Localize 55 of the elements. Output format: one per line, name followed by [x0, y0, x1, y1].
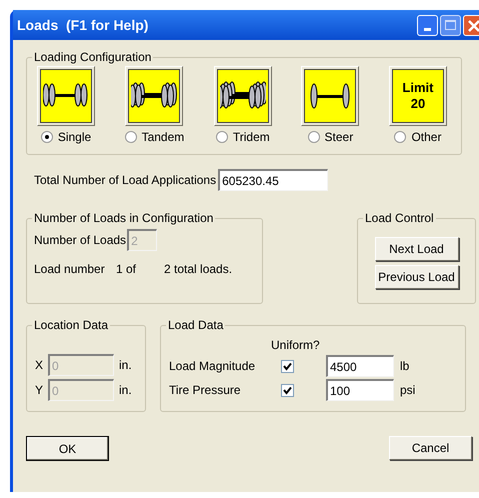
push-button[interactable]: Next Load — [374, 237, 458, 261]
radio-button[interactable] — [124, 131, 137, 143]
radio-option[interactable]: Steer — [308, 128, 354, 146]
axle-icon — [220, 81, 266, 111]
push-button[interactable]: Previous Load — [374, 265, 458, 289]
radio-button[interactable] — [308, 131, 320, 143]
checkbox[interactable] — [281, 360, 294, 372]
radio-button[interactable] — [394, 131, 406, 143]
field-label: Number of Loads — [34, 232, 126, 249]
group-title: Location Data — [33, 317, 110, 334]
radio-option[interactable]: Other — [394, 128, 442, 146]
load-number-current: 1 of — [116, 261, 138, 278]
tile-text: Limit — [402, 80, 434, 96]
check-icon — [283, 386, 292, 394]
field-label: Total Number of Load Applications — [34, 172, 216, 189]
total-loads-text: 2 total loads. — [164, 261, 232, 278]
window-title: Loads (F1 for Help) — [17, 16, 150, 35]
push-button[interactable]: Cancel — [389, 436, 472, 460]
checkbox[interactable] — [281, 384, 294, 396]
ok-button[interactable]: OK — [26, 436, 109, 461]
column-header: Uniform? — [271, 337, 321, 354]
configuration-button[interactable]: Limit 20 — [388, 66, 447, 126]
minimize-button[interactable] — [417, 14, 438, 36]
radio-label: Steer — [324, 129, 354, 146]
tile-text: 20 — [410, 96, 426, 112]
radio-option[interactable]: Tandem — [124, 128, 184, 146]
group-title: Load Data — [167, 317, 224, 334]
unit-label: in. — [119, 382, 132, 399]
field-label: Y — [35, 382, 44, 399]
axle-icon — [308, 82, 352, 110]
close-button[interactable] — [463, 14, 479, 36]
radio-label: Tridem — [232, 129, 270, 146]
input-field[interactable]: 100 — [326, 379, 394, 401]
input-field[interactable]: 4500 — [326, 355, 394, 377]
radio-label: Other — [411, 129, 442, 146]
radio-label: Single — [58, 129, 92, 146]
group-title: Loading Configuration — [33, 49, 152, 66]
group-title: Number of Loads in Configuration — [33, 210, 214, 227]
radio-option[interactable]: Single — [40, 128, 92, 146]
radio-option[interactable]: Tridem — [216, 128, 270, 146]
radio-label: Tandem — [142, 129, 184, 146]
close-icon — [468, 20, 479, 32]
maximize-button[interactable] — [440, 14, 461, 36]
radio-button[interactable] — [40, 131, 53, 143]
check-icon — [283, 362, 292, 370]
unit-label: lb — [400, 358, 410, 375]
group-title: Load Control — [364, 210, 435, 227]
field-label: Load Magnitude — [169, 358, 256, 375]
input-field[interactable]: 605230.45 — [218, 169, 328, 191]
field-label: Tire Pressure — [169, 382, 242, 399]
field-label: X — [35, 357, 44, 374]
unit-label: psi — [400, 382, 416, 399]
load-number-label: Load number — [34, 261, 106, 278]
unit-label: in. — [119, 357, 132, 374]
radio-button[interactable] — [216, 131, 228, 143]
